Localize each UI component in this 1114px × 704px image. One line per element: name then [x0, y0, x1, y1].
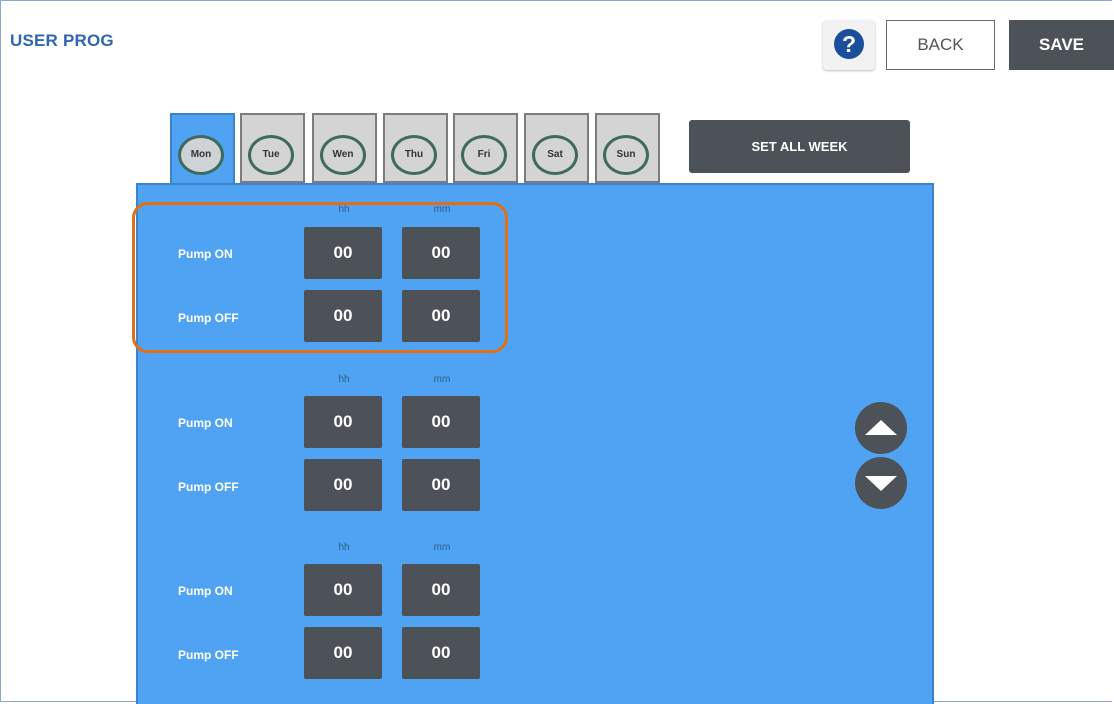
- tab-mon[interactable]: Mon: [170, 113, 235, 187]
- triangle-up-icon: [865, 420, 897, 435]
- tab-wen[interactable]: Wen: [312, 113, 377, 183]
- day-label: Sun: [603, 135, 649, 175]
- tab-tue[interactable]: Tue: [240, 113, 305, 183]
- scroll-down-button[interactable]: [855, 457, 907, 509]
- hours-header: hh: [338, 374, 350, 385]
- day-label: Mon: [178, 135, 224, 175]
- tab-thu[interactable]: Thu: [383, 113, 448, 183]
- tab-sun[interactable]: Sun: [595, 113, 660, 183]
- tab-sat[interactable]: Sat: [524, 113, 589, 183]
- pump-off-label: Pump OFF: [178, 648, 239, 662]
- pump-off-hours-field[interactable]: 00: [304, 459, 382, 511]
- pump-off-label: Pump OFF: [178, 480, 239, 494]
- pump-on-hours-field[interactable]: 00: [304, 396, 382, 448]
- pump-on-minutes-field[interactable]: 00: [402, 564, 480, 616]
- pump-on-label: Pump ON: [178, 584, 233, 598]
- pump-on-hours-field[interactable]: 00: [304, 564, 382, 616]
- day-label: Sat: [532, 135, 578, 175]
- pump-off-hours-field[interactable]: 00: [304, 627, 382, 679]
- pump-on-label: Pump ON: [178, 416, 233, 430]
- pump-off-minutes-field[interactable]: 00: [402, 459, 480, 511]
- minutes-header: mm: [433, 542, 451, 553]
- set-all-week-button[interactable]: SET ALL WEEK: [689, 120, 910, 173]
- scroll-up-button[interactable]: [855, 402, 907, 454]
- page-title: USER PROG: [10, 31, 114, 50]
- hours-header: hh: [338, 542, 350, 553]
- help-button[interactable]: ?: [823, 20, 875, 70]
- triangle-down-icon: [865, 476, 897, 491]
- save-button[interactable]: SAVE: [1009, 20, 1114, 70]
- pump-on-minutes-field[interactable]: 00: [402, 396, 480, 448]
- day-label: Thu: [391, 135, 437, 175]
- day-label: Wen: [320, 135, 366, 175]
- pump-off-minutes-field[interactable]: 00: [402, 627, 480, 679]
- highlight-outline: [132, 202, 508, 353]
- tab-fri[interactable]: Fri: [453, 113, 518, 183]
- minutes-header: mm: [433, 374, 451, 385]
- day-label: Tue: [248, 135, 294, 175]
- back-button[interactable]: BACK: [886, 20, 995, 70]
- day-label: Fri: [461, 135, 507, 175]
- question-circle-icon: ?: [834, 29, 864, 59]
